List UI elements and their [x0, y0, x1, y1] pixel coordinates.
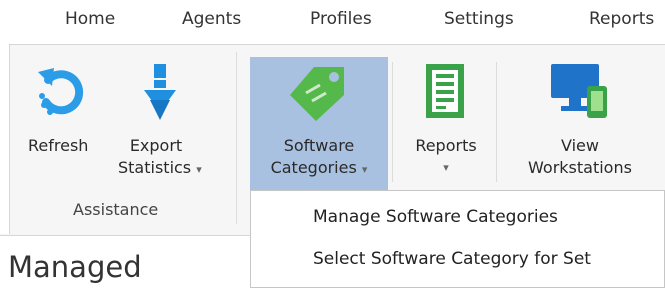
download-arrow-icon — [144, 64, 176, 120]
reports-button[interactable]: Reports ▾ — [402, 52, 490, 192]
workstations-label-line2: Workstations — [528, 158, 632, 177]
ribbon-tab-bar: Home Agents Profiles Settings Reports — [0, 0, 665, 44]
page-title: Managed — [8, 250, 142, 284]
refresh-button[interactable]: Refresh — [22, 52, 112, 192]
button-separator — [392, 62, 393, 182]
view-workstations-button[interactable]: View Workstations — [505, 52, 655, 192]
monitor-icon — [551, 64, 607, 118]
menu-item-label: Manage Software Categories — [313, 207, 558, 227]
software-categories-dropdown-menu: Manage Software Categories Select Softwa… — [250, 190, 665, 288]
group-separator — [236, 52, 237, 224]
menu-item-label: Select Software Category for Set — [313, 249, 591, 269]
export-label-line1: Export — [129, 136, 183, 155]
software-label-text: Categories — [270, 158, 357, 177]
export-statistics-button[interactable]: Export Statistics ▾ — [118, 52, 218, 192]
tab-profiles[interactable]: Profiles — [310, 9, 372, 29]
tab-reports[interactable]: Reports — [589, 9, 654, 29]
export-label-text: Statistics — [118, 158, 192, 177]
workstations-label-line1: View — [561, 136, 599, 155]
dropdown-caret-icon: ▾ — [443, 161, 449, 174]
menu-item-select-software-category[interactable]: Select Software Category for Set — [251, 239, 664, 279]
export-label-line2: Statistics ▾ — [118, 158, 202, 180]
software-categories-button[interactable]: Software Categories ▾ — [250, 57, 388, 190]
group-label-assistance: Assistance — [73, 200, 159, 219]
button-separator — [496, 62, 497, 182]
tab-settings[interactable]: Settings — [444, 9, 514, 29]
refresh-icon — [38, 68, 84, 115]
software-label-line1: Software — [283, 136, 355, 155]
software-label-line2: Categories ▾ — [250, 158, 388, 180]
reports-caret: ▾ — [402, 156, 490, 178]
tab-agents[interactable]: Agents — [182, 9, 241, 29]
reports-label: Reports — [415, 136, 477, 155]
refresh-label: Refresh — [28, 136, 89, 155]
tag-icon — [290, 67, 344, 121]
menu-item-manage-software-categories[interactable]: Manage Software Categories — [251, 197, 664, 237]
dropdown-caret-icon: ▾ — [361, 163, 368, 176]
ribbon-left-edge — [0, 44, 10, 234]
report-document-icon — [426, 64, 464, 118]
dropdown-caret-icon: ▾ — [196, 163, 202, 176]
tab-home[interactable]: Home — [65, 9, 115, 29]
